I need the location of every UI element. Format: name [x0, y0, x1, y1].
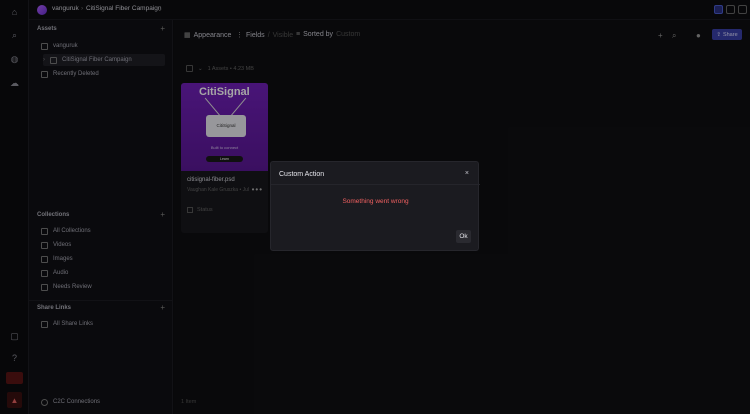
ok-button[interactable]: Ok: [456, 230, 471, 243]
dialog-title: Custom Action: [279, 171, 325, 178]
error-message: Something went wrong: [342, 198, 409, 205]
close-icon[interactable]: ×: [465, 170, 469, 177]
custom-action-dialog: Custom Action × Something went wrong Ok: [270, 161, 480, 251]
dialog-divider: [271, 184, 480, 185]
